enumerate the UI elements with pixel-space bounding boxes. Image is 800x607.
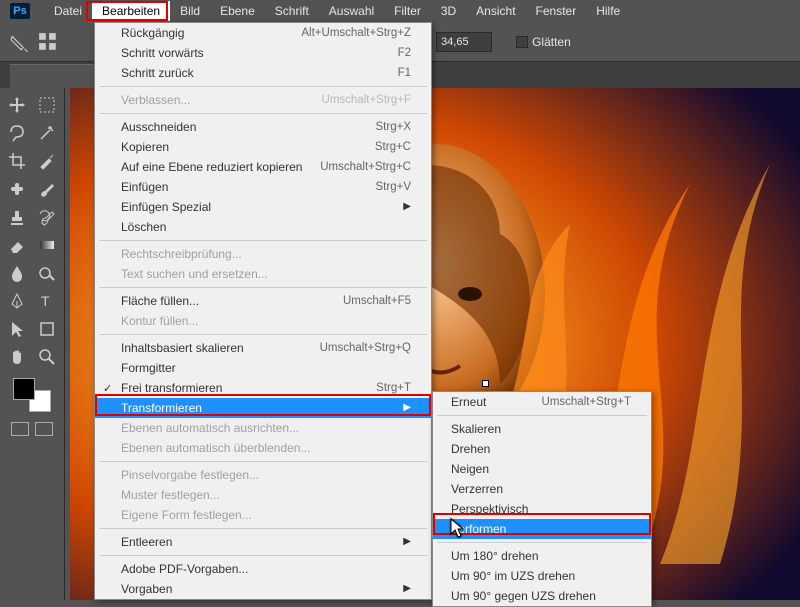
tool-preset-icon[interactable] — [10, 32, 30, 52]
menu-cut[interactable]: AusschneidenStrg+X — [95, 117, 431, 137]
blur-tool-icon[interactable] — [5, 262, 29, 284]
healing-tool-icon[interactable] — [5, 178, 29, 200]
brush-tool-icon[interactable] — [35, 178, 59, 200]
menu-puppet-warp[interactable]: Formgitter — [95, 358, 431, 378]
menu-window[interactable]: Fenster — [526, 1, 587, 21]
edit-dropdown: RückgängigAlt+Umschalt+Strg+Z Schritt vo… — [94, 22, 432, 600]
angle-input[interactable] — [436, 32, 492, 52]
menu-separator — [99, 555, 427, 556]
menu-fill[interactable]: Fläche füllen...Umschalt+F5 — [95, 291, 431, 311]
hand-tool-icon[interactable] — [5, 346, 29, 368]
menu-define-shape: Eigene Form festlegen... — [95, 505, 431, 525]
submenu-arrow-icon: ▶ — [403, 584, 411, 594]
history-brush-tool-icon[interactable] — [35, 206, 59, 228]
menu-filter[interactable]: Filter — [384, 1, 431, 21]
lasso-tool-icon[interactable] — [5, 122, 29, 144]
menu-step-backward[interactable]: Schritt zurückF1 — [95, 63, 431, 83]
type-tool-icon[interactable]: T — [35, 290, 59, 312]
screenmode-icon[interactable] — [35, 422, 53, 436]
menu-define-pattern: Muster festlegen... — [95, 485, 431, 505]
antialias-label: Glätten — [532, 35, 571, 49]
menu-separator — [99, 528, 427, 529]
zoom-tool-icon[interactable] — [35, 346, 59, 368]
wand-tool-icon[interactable] — [35, 122, 59, 144]
submenu-rotate-90cw[interactable]: Um 90° im UZS drehen — [433, 566, 651, 586]
menu-view[interactable]: Ansicht — [466, 1, 525, 21]
menu-fade: Verblassen...Umschalt+Strg+F — [95, 90, 431, 110]
svg-text:T: T — [41, 293, 50, 309]
color-swatches[interactable] — [13, 378, 51, 412]
submenu-arrow-icon: ▶ — [403, 202, 411, 212]
menu-free-transform[interactable]: ✓Frei transformierenStrg+T — [95, 378, 431, 398]
menu-separator — [99, 86, 427, 87]
menu-layer[interactable]: Ebene — [210, 1, 265, 21]
submenu-rotate-180[interactable]: Um 180° drehen — [433, 546, 651, 566]
menu-paste-special[interactable]: Einfügen Spezial▶ — [95, 197, 431, 217]
menu-auto-blend: Ebenen automatisch überblenden... — [95, 438, 431, 458]
tool-palette: T — [0, 88, 65, 600]
menu-image[interactable]: Bild — [170, 1, 210, 21]
crop-tool-icon[interactable] — [5, 150, 29, 172]
submenu-distort[interactable]: Verzerren — [433, 479, 651, 499]
menubar: Ps Datei Bearbeiten Bild Ebene Schrift A… — [0, 0, 800, 22]
menu-pdf-presets[interactable]: Adobe PDF-Vorgaben... — [95, 559, 431, 579]
gradient-tool-icon[interactable] — [35, 234, 59, 256]
menu-help[interactable]: Hilfe — [586, 1, 630, 21]
menu-define-brush: Pinselvorgabe festlegen... — [95, 465, 431, 485]
submenu-perspective[interactable]: Perspektivisch — [433, 499, 651, 519]
menu-type[interactable]: Schrift — [265, 1, 319, 21]
submenu-arrow-icon: ▶ — [403, 403, 411, 413]
menu-separator — [99, 334, 427, 335]
menu-copy[interactable]: KopierenStrg+C — [95, 137, 431, 157]
submenu-rotate-90ccw[interactable]: Um 90° gegen UZS drehen — [433, 586, 651, 606]
menu-3d[interactable]: 3D — [431, 1, 466, 21]
menu-presets[interactable]: Vorgaben▶ — [95, 579, 431, 599]
menu-separator — [99, 287, 427, 288]
menu-file[interactable]: Datei — [44, 1, 92, 21]
check-icon: ✓ — [103, 382, 112, 395]
submenu-skew[interactable]: Neigen — [433, 459, 651, 479]
menu-purge[interactable]: Entleeren▶ — [95, 532, 431, 552]
menu-separator — [437, 542, 647, 543]
menu-transform[interactable]: Transformieren▶ — [95, 398, 431, 418]
menu-content-aware-scale[interactable]: Inhaltsbasiert skalierenUmschalt+Strg+Q — [95, 338, 431, 358]
app-logo: Ps — [10, 3, 30, 19]
menu-undo[interactable]: RückgängigAlt+Umschalt+Strg+Z — [95, 23, 431, 43]
stamp-tool-icon[interactable] — [5, 206, 29, 228]
menu-separator — [99, 113, 427, 114]
menu-clear[interactable]: Löschen — [95, 217, 431, 237]
transform-submenu: ErneutUmschalt+Strg+T Skalieren Drehen N… — [432, 391, 652, 607]
eyedropper-tool-icon[interactable] — [35, 150, 59, 172]
quickmask-icon[interactable] — [11, 422, 29, 436]
menu-find-replace: Text suchen und ersetzen... — [95, 264, 431, 284]
submenu-warp[interactable]: Verformen — [433, 519, 651, 539]
move-tool-icon[interactable] — [5, 94, 29, 116]
menu-separator — [99, 240, 427, 241]
menu-separator — [437, 415, 647, 416]
menu-spelling: Rechtschreibprüfung... — [95, 244, 431, 264]
menu-step-forward[interactable]: Schritt vorwärtsF2 — [95, 43, 431, 63]
dodge-tool-icon[interactable] — [35, 262, 59, 284]
path-select-tool-icon[interactable] — [5, 318, 29, 340]
transform-anchor-icon[interactable] — [482, 380, 489, 387]
menu-select[interactable]: Auswahl — [319, 1, 384, 21]
menu-separator — [99, 461, 427, 462]
submenu-again[interactable]: ErneutUmschalt+Strg+T — [433, 392, 651, 412]
submenu-rotate[interactable]: Drehen — [433, 439, 651, 459]
foreground-color-swatch[interactable] — [13, 378, 35, 400]
submenu-scale[interactable]: Skalieren — [433, 419, 651, 439]
pen-tool-icon[interactable] — [5, 290, 29, 312]
grid-icon[interactable] — [38, 32, 58, 52]
menu-stroke: Kontur füllen... — [95, 311, 431, 331]
menu-copy-merged[interactable]: Auf eine Ebene reduziert kopierenUmschal… — [95, 157, 431, 177]
menu-auto-align: Ebenen automatisch ausrichten... — [95, 418, 431, 438]
eraser-tool-icon[interactable] — [5, 234, 29, 256]
marquee-tool-icon[interactable] — [35, 94, 59, 116]
menu-edit[interactable]: Bearbeiten — [92, 1, 170, 21]
shape-tool-icon[interactable] — [35, 318, 59, 340]
antialias-checkbox[interactable] — [516, 36, 528, 48]
submenu-arrow-icon: ▶ — [403, 537, 411, 547]
menu-paste[interactable]: EinfügenStrg+V — [95, 177, 431, 197]
